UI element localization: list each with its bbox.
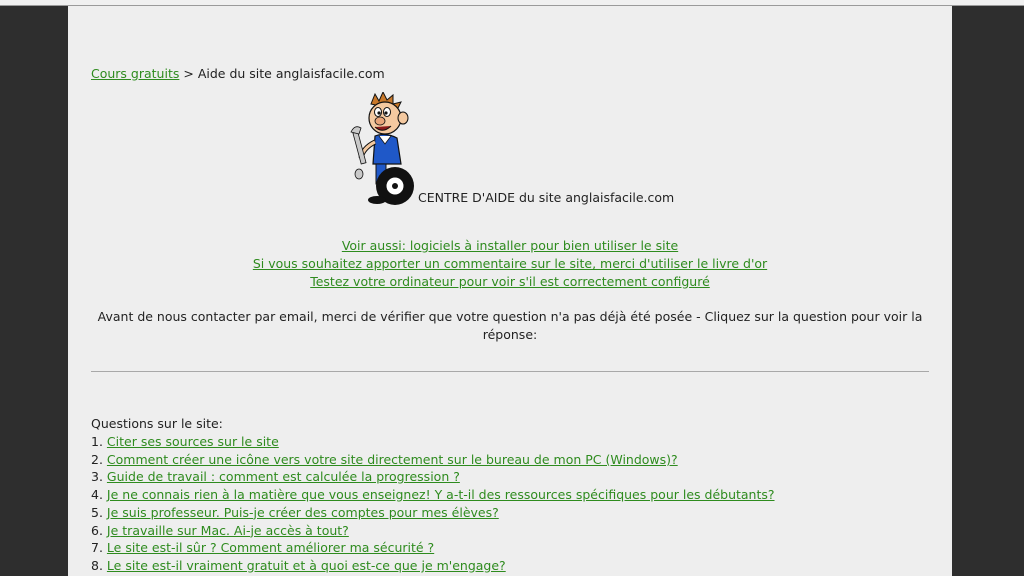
- mechanic-mascot-image: [350, 92, 414, 205]
- breadcrumb-separator: >: [183, 66, 194, 81]
- list-item: 4. Je ne connais rien à la matière que v…: [91, 486, 775, 504]
- question-number: 7.: [91, 540, 103, 556]
- question-number: 8.: [91, 557, 103, 573]
- list-item: 1. Citer ses sources sur le site: [91, 433, 775, 451]
- questions-list: 1. Citer ses sources sur le site 2. Comm…: [91, 433, 775, 575]
- breadcrumb-current: Aide du site anglaisfacile.com: [197, 66, 385, 81]
- question-link[interactable]: Je suis professeur. Puis-je créer des co…: [107, 505, 499, 520]
- list-item: 5. Je suis professeur. Puis-je créer des…: [91, 504, 775, 522]
- help-links: Voir aussi: logiciels à installer pour b…: [91, 237, 929, 291]
- questions-heading: Questions sur le site:: [91, 416, 223, 431]
- question-number: 3.: [91, 469, 103, 485]
- link-test-computer[interactable]: Testez votre ordinateur pour voir s'il e…: [91, 273, 929, 291]
- question-link[interactable]: Comment créer une icône vers votre site …: [107, 452, 678, 467]
- question-number: 5.: [91, 504, 103, 520]
- question-link[interactable]: Je travaille sur Mac. Ai-je accès à tout…: [107, 523, 349, 538]
- list-item: 8. Le site est-il vraiment gratuit et à …: [91, 557, 775, 575]
- list-item: 6. Je travaille sur Mac. Ai-je accès à t…: [91, 522, 775, 540]
- contact-notice: Avant de nous contacter par email, merci…: [97, 309, 923, 342]
- page-container: Cours gratuits > Aide du site anglaisfac…: [68, 6, 952, 576]
- link-guestbook[interactable]: Si vous souhaitez apporter un commentair…: [91, 255, 929, 273]
- breadcrumb: Cours gratuits > Aide du site anglaisfac…: [91, 66, 385, 81]
- help-center-title: CENTRE D'AIDE du site anglaisfacile.com: [418, 190, 675, 205]
- question-link[interactable]: Guide de travail : comment est calculée …: [107, 469, 460, 484]
- question-number: 1.: [91, 434, 103, 449]
- question-number: 4.: [91, 487, 103, 503]
- question-link[interactable]: Le site est-il sûr ? Comment améliorer m…: [107, 540, 434, 555]
- question-number: 6.: [91, 522, 103, 538]
- list-item: 7. Le site est-il sûr ? Comment améliore…: [91, 539, 775, 557]
- list-item: 2. Comment créer une icône vers votre si…: [91, 451, 775, 469]
- question-link[interactable]: Le site est-il vraiment gratuit et à quo…: [107, 558, 506, 573]
- question-number: 2.: [91, 451, 103, 467]
- question-link[interactable]: Citer ses sources sur le site: [107, 434, 279, 449]
- list-item: 3. Guide de travail : comment est calcul…: [91, 468, 775, 486]
- divider: [91, 371, 929, 372]
- question-link[interactable]: Je ne connais rien à la matière que vous…: [107, 487, 775, 502]
- breadcrumb-link-cours-gratuits[interactable]: Cours gratuits: [91, 66, 179, 81]
- link-software-to-install[interactable]: Voir aussi: logiciels à installer pour b…: [91, 237, 929, 255]
